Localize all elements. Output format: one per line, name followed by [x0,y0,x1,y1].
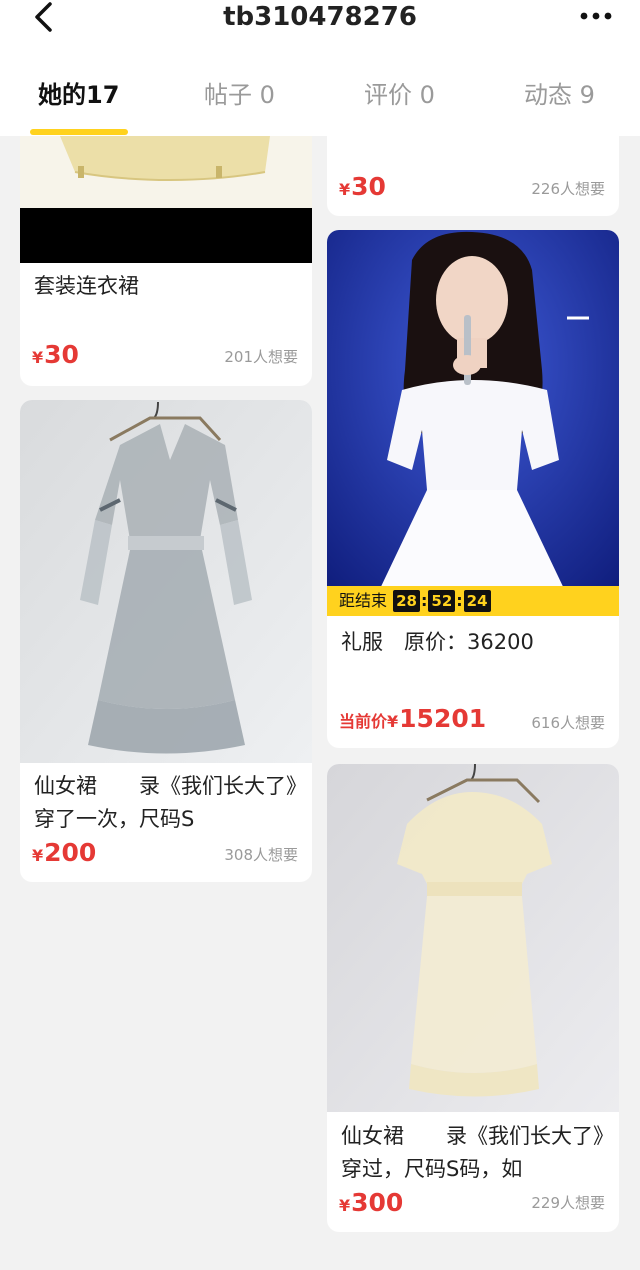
listing-price: 当前价¥15201 [339,704,487,733]
countdown-minutes: 52 [428,590,456,612]
listing-price: ¥30 [339,172,386,201]
listing-card[interactable]: 仙女裙 录《我们长大了》穿过，尺码S码，如 ¥300 229人想要 [327,764,619,1232]
countdown-bar: 距结束 28:52:24 [327,586,619,616]
want-count: 201人想要 [224,348,298,366]
active-tab-indicator [30,129,128,135]
tab-bar: 她的17 帖子 0 评价 0 动态 9 [0,72,640,120]
listing-price: ¥200 [32,838,97,867]
page-title: tb310478276 [223,2,417,32]
listing-card[interactable]: ¥30 226人想要 [327,136,619,216]
listing-price: ¥300 [339,1188,404,1217]
listing-price: ¥30 [32,340,79,369]
want-count: 229人想要 [531,1194,605,1212]
product-image [20,136,312,263]
product-image [20,400,312,763]
tab-posts[interactable]: 帖子 0 [204,72,275,120]
tab-hers[interactable]: 她的17 [38,72,119,120]
listing-card[interactable]: 仙女裙 录《我们长大了》穿了一次，尺码S ¥200 308人想要 [20,400,312,882]
more-dots-icon [580,12,612,20]
listing-title: 仙女裙 录《我们长大了》穿了一次，尺码S [34,774,297,831]
countdown-seconds: 24 [463,590,491,612]
tab-reviews[interactable]: 评价 0 [364,72,435,120]
listing-title: 仙女裙 录《我们长大了》穿过，尺码S码，如 [341,1124,604,1181]
more-button[interactable] [576,4,616,28]
listing-card[interactable]: 套装连衣裙 ¥30 201人想要 [20,136,312,386]
listing-title: 套装连衣裙 [34,274,139,298]
want-count: 308人想要 [224,846,298,864]
listing-card[interactable]: 距结束 28:52:24 礼服 原价：36200 当前价¥15201 616人想… [327,230,619,748]
countdown-label: 距结束 [339,591,388,610]
listing-title: 礼服 原价：36200 [341,630,534,654]
want-count: 226人想要 [531,180,605,198]
top-bar: tb310478276 她的17 帖子 0 评价 0 动态 9 [0,0,640,136]
tab-activity[interactable]: 动态 9 [524,72,595,120]
want-count: 616人想要 [531,714,605,732]
product-image [327,764,619,1112]
product-image: 距结束 28:52:24 [327,230,619,616]
countdown-hours: 28 [393,590,420,612]
